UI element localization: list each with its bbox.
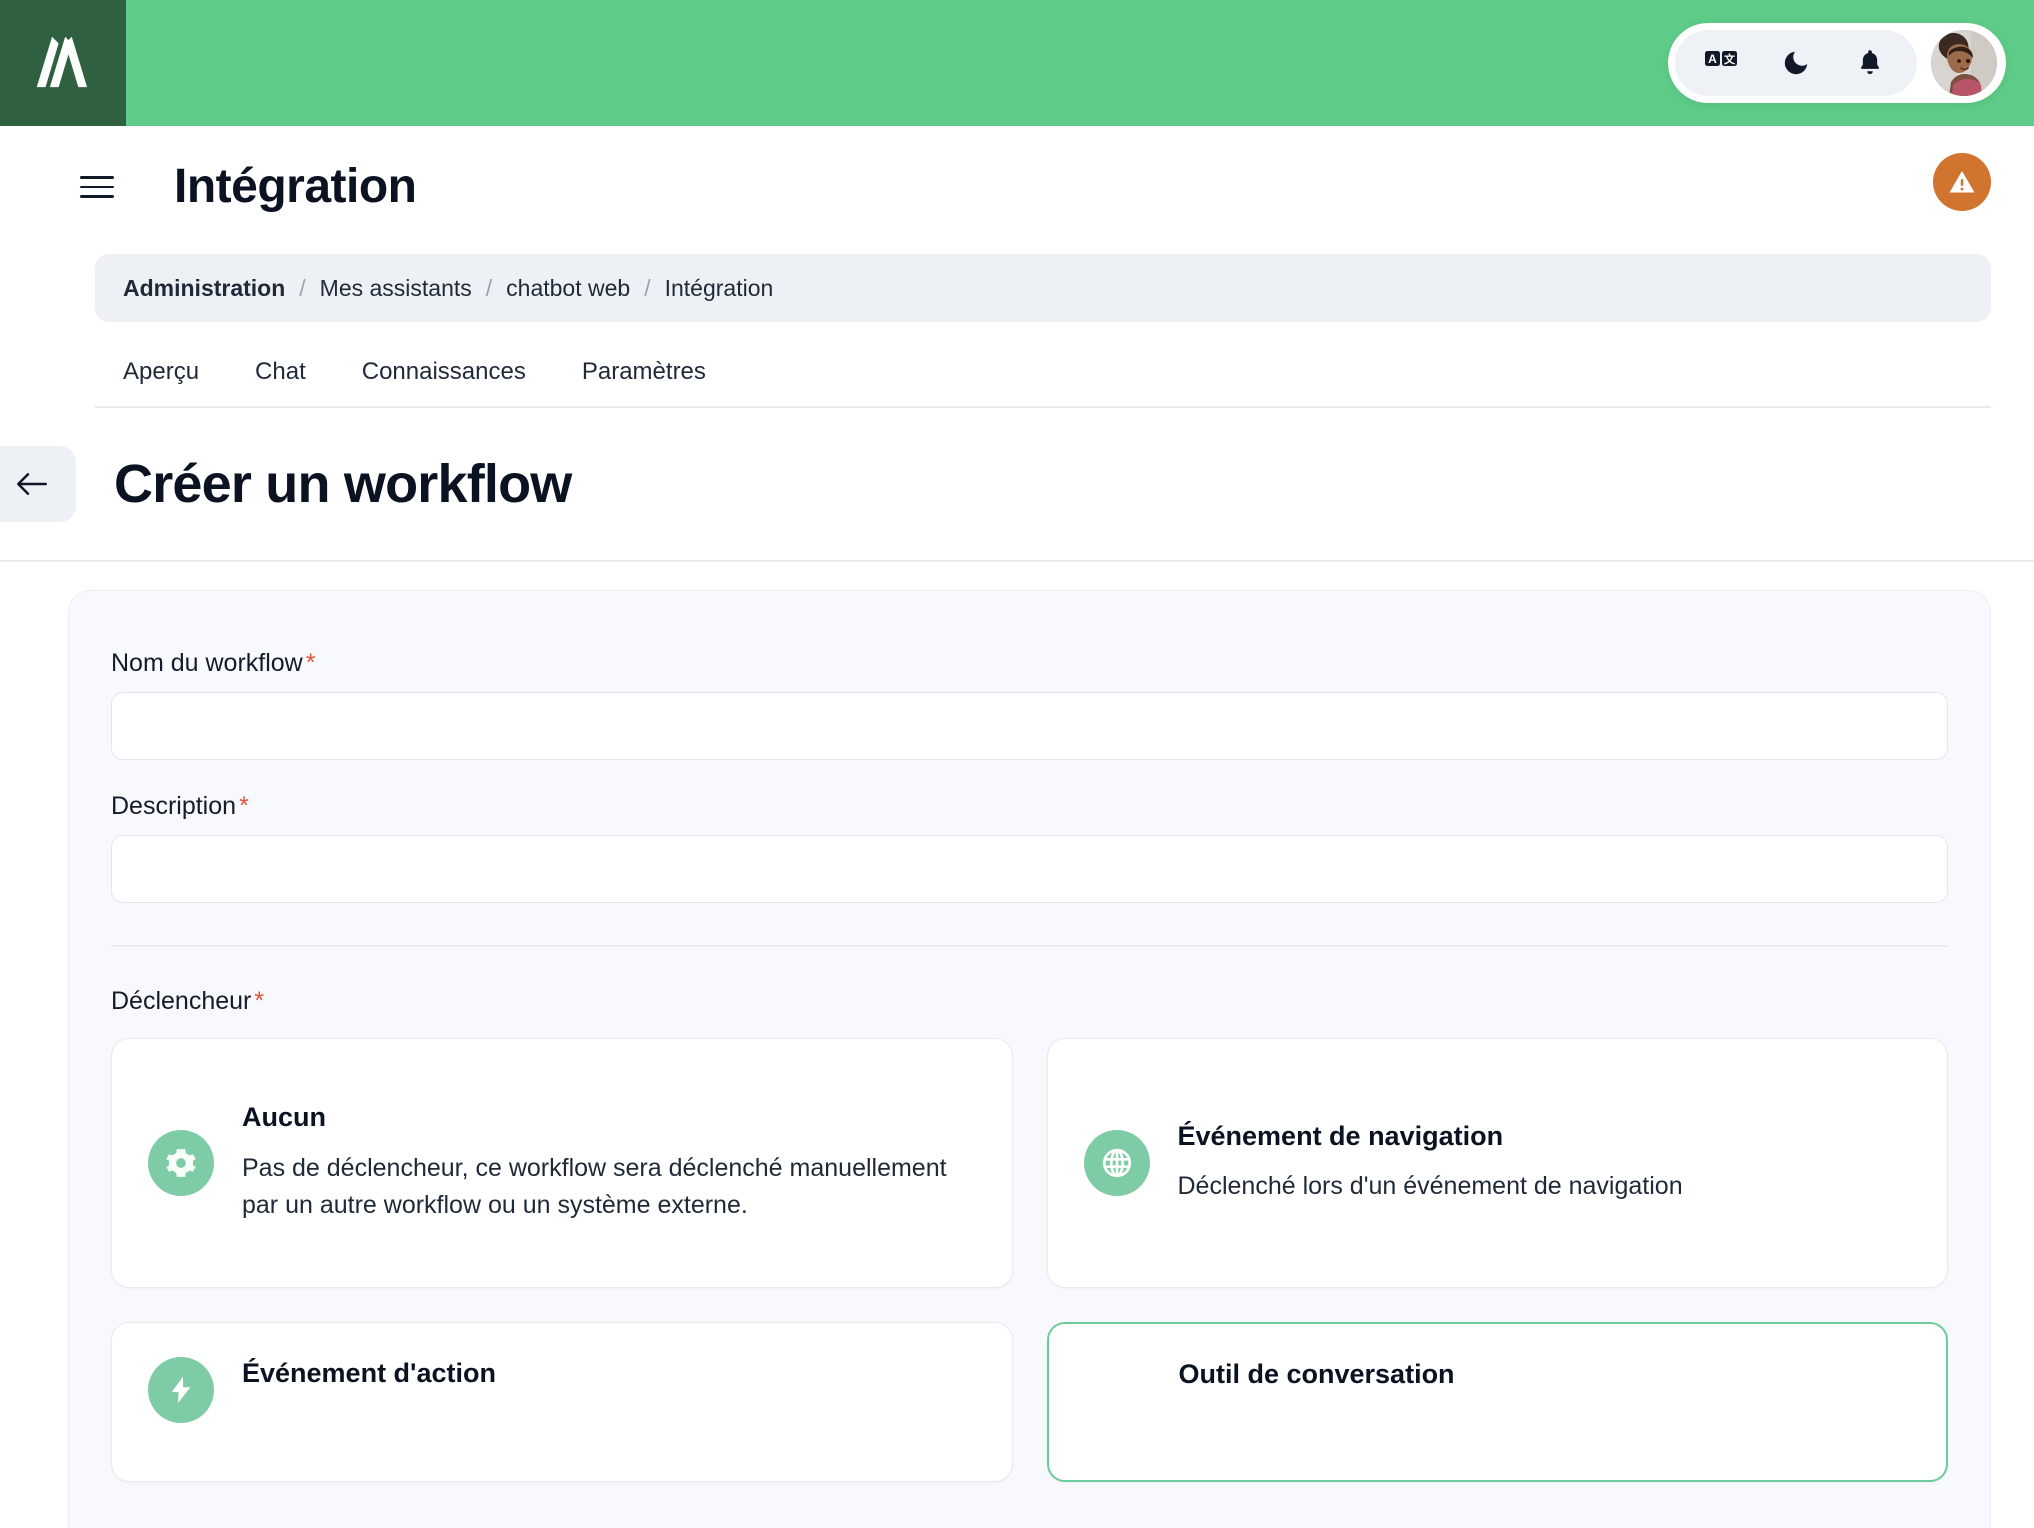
trigger-option-description: Déclenché lors d'un événement de navigat…	[1177, 1172, 1683, 1201]
breadcrumb-item-mes-assistants[interactable]: Mes assistants	[320, 275, 472, 302]
dark-mode-toggle[interactable]	[1759, 30, 1833, 96]
trigger-option-title: Événement de navigation	[1177, 1121, 1504, 1152]
arrow-left-icon	[17, 473, 47, 495]
required-marker: *	[305, 649, 316, 677]
field-spacer	[111, 760, 1948, 792]
globe-glyph	[1102, 1148, 1131, 1178]
top-bar-actions-tray: A 文	[1668, 23, 2006, 103]
moon-icon	[1784, 51, 1808, 75]
back-button[interactable]	[0, 446, 76, 522]
app-logo-panel[interactable]	[0, 0, 126, 126]
hamburger-line	[80, 185, 114, 189]
section-divider	[0, 560, 2034, 562]
workflow-description-input[interactable]	[111, 835, 1948, 903]
trigger-option-outil-de-conversation[interactable]: Outil de conversation	[1046, 1322, 1948, 1482]
breadcrumb-item-administration[interactable]: Administration	[123, 275, 285, 302]
gear-icon	[148, 1130, 214, 1196]
avatar-image	[1931, 30, 1997, 96]
bolt-glyph	[171, 1376, 191, 1404]
section-title: Créer un workflow	[114, 454, 572, 514]
breadcrumb-separator: /	[485, 274, 493, 301]
alert-badge[interactable]	[1933, 153, 1991, 211]
tab-chat[interactable]: Chat	[227, 358, 334, 406]
required-marker: *	[239, 792, 249, 820]
trigger-option-description: Pas de déclencheur, ce workflow sera déc…	[242, 1153, 947, 1220]
breadcrumb-item-integration: Intégration	[664, 274, 774, 301]
trigger-option-body: Outil de conversation	[1179, 1358, 1911, 1406]
trigger-option-title: Événement d'action	[242, 1358, 496, 1388]
workflow-name-input[interactable]	[111, 692, 1948, 760]
hamburger-line	[80, 176, 114, 179]
warning-triangle-icon	[1949, 171, 1975, 193]
breadcrumb: Administration / Mes assistants / chatbo…	[95, 254, 1991, 322]
breadcrumb-separator: /	[644, 274, 651, 301]
bolt-icon	[148, 1357, 214, 1423]
trigger-option-body: Aucun Pas de déclencheur, ce workflow se…	[242, 1101, 976, 1224]
workflow-description-label: Description *	[111, 792, 1948, 821]
page-header: Intégration	[0, 126, 2034, 218]
trigger-option-evenement-de-navigation[interactable]: Événement de navigation Déclenché lors d…	[1046, 1038, 1948, 1288]
page-title: Intégration	[174, 160, 417, 213]
bell-icon	[1860, 50, 1880, 75]
trigger-options-grid: Aucun Pas de déclencheur, ce workflow se…	[111, 1038, 1948, 1482]
aa-logo-icon	[36, 36, 88, 88]
workflow-name-label-text: Nom du workflow	[111, 649, 303, 677]
section-header: Créer un workflow	[0, 408, 2034, 522]
gear-glyph	[166, 1149, 196, 1177]
trigger-option-title: Aucun	[242, 1102, 326, 1133]
form-divider	[111, 945, 1948, 947]
globe-icon	[1083, 1130, 1150, 1196]
trigger-option-aucun[interactable]: Aucun Pas de déclencheur, ce workflow se…	[111, 1038, 1013, 1288]
breadcrumb-separator: /	[299, 274, 306, 301]
hamburger-line	[80, 195, 114, 198]
top-bar: A 文	[0, 0, 2034, 126]
translate-icon: A 文	[1705, 51, 1737, 66]
trigger-label-text: Déclencheur	[111, 987, 252, 1015]
workflow-name-label: Nom du workflow *	[111, 649, 1948, 678]
trigger-option-evenement-daction[interactable]: Événement d'action	[111, 1322, 1013, 1482]
breadcrumb-item-chatbot-web[interactable]: chatbot web	[506, 275, 630, 302]
workflow-description-label-text: Description	[111, 792, 237, 820]
trigger-label: Déclencheur *	[111, 987, 1948, 1016]
tab-connaissances[interactable]: Connaissances	[334, 358, 554, 406]
notifications-button[interactable]	[1833, 30, 1907, 96]
trigger-option-body: Événement d'action	[242, 1357, 976, 1405]
svg-text:文: 文	[1724, 52, 1736, 66]
tab-apercu[interactable]: Aperçu	[95, 358, 227, 406]
required-marker: *	[254, 987, 265, 1015]
top-bar-icon-group: A 文	[1675, 30, 1917, 96]
tab-bar: Aperçu Chat Connaissances Paramètres	[95, 322, 1991, 408]
translate-button[interactable]: A 文	[1685, 30, 1759, 96]
trigger-option-body: Événement de navigation Déclenché lors d…	[1178, 1120, 1912, 1206]
workflow-form-card: Nom du workflow * Description * Déclencheu…	[68, 590, 1991, 1528]
trigger-option-title: Outil de conversation	[1178, 1359, 1455, 1389]
user-avatar[interactable]	[1931, 30, 1997, 96]
hamburger-menu-icon[interactable]	[80, 165, 124, 209]
svg-text:A: A	[1708, 52, 1717, 66]
tab-parametres[interactable]: Paramètres	[554, 358, 734, 406]
